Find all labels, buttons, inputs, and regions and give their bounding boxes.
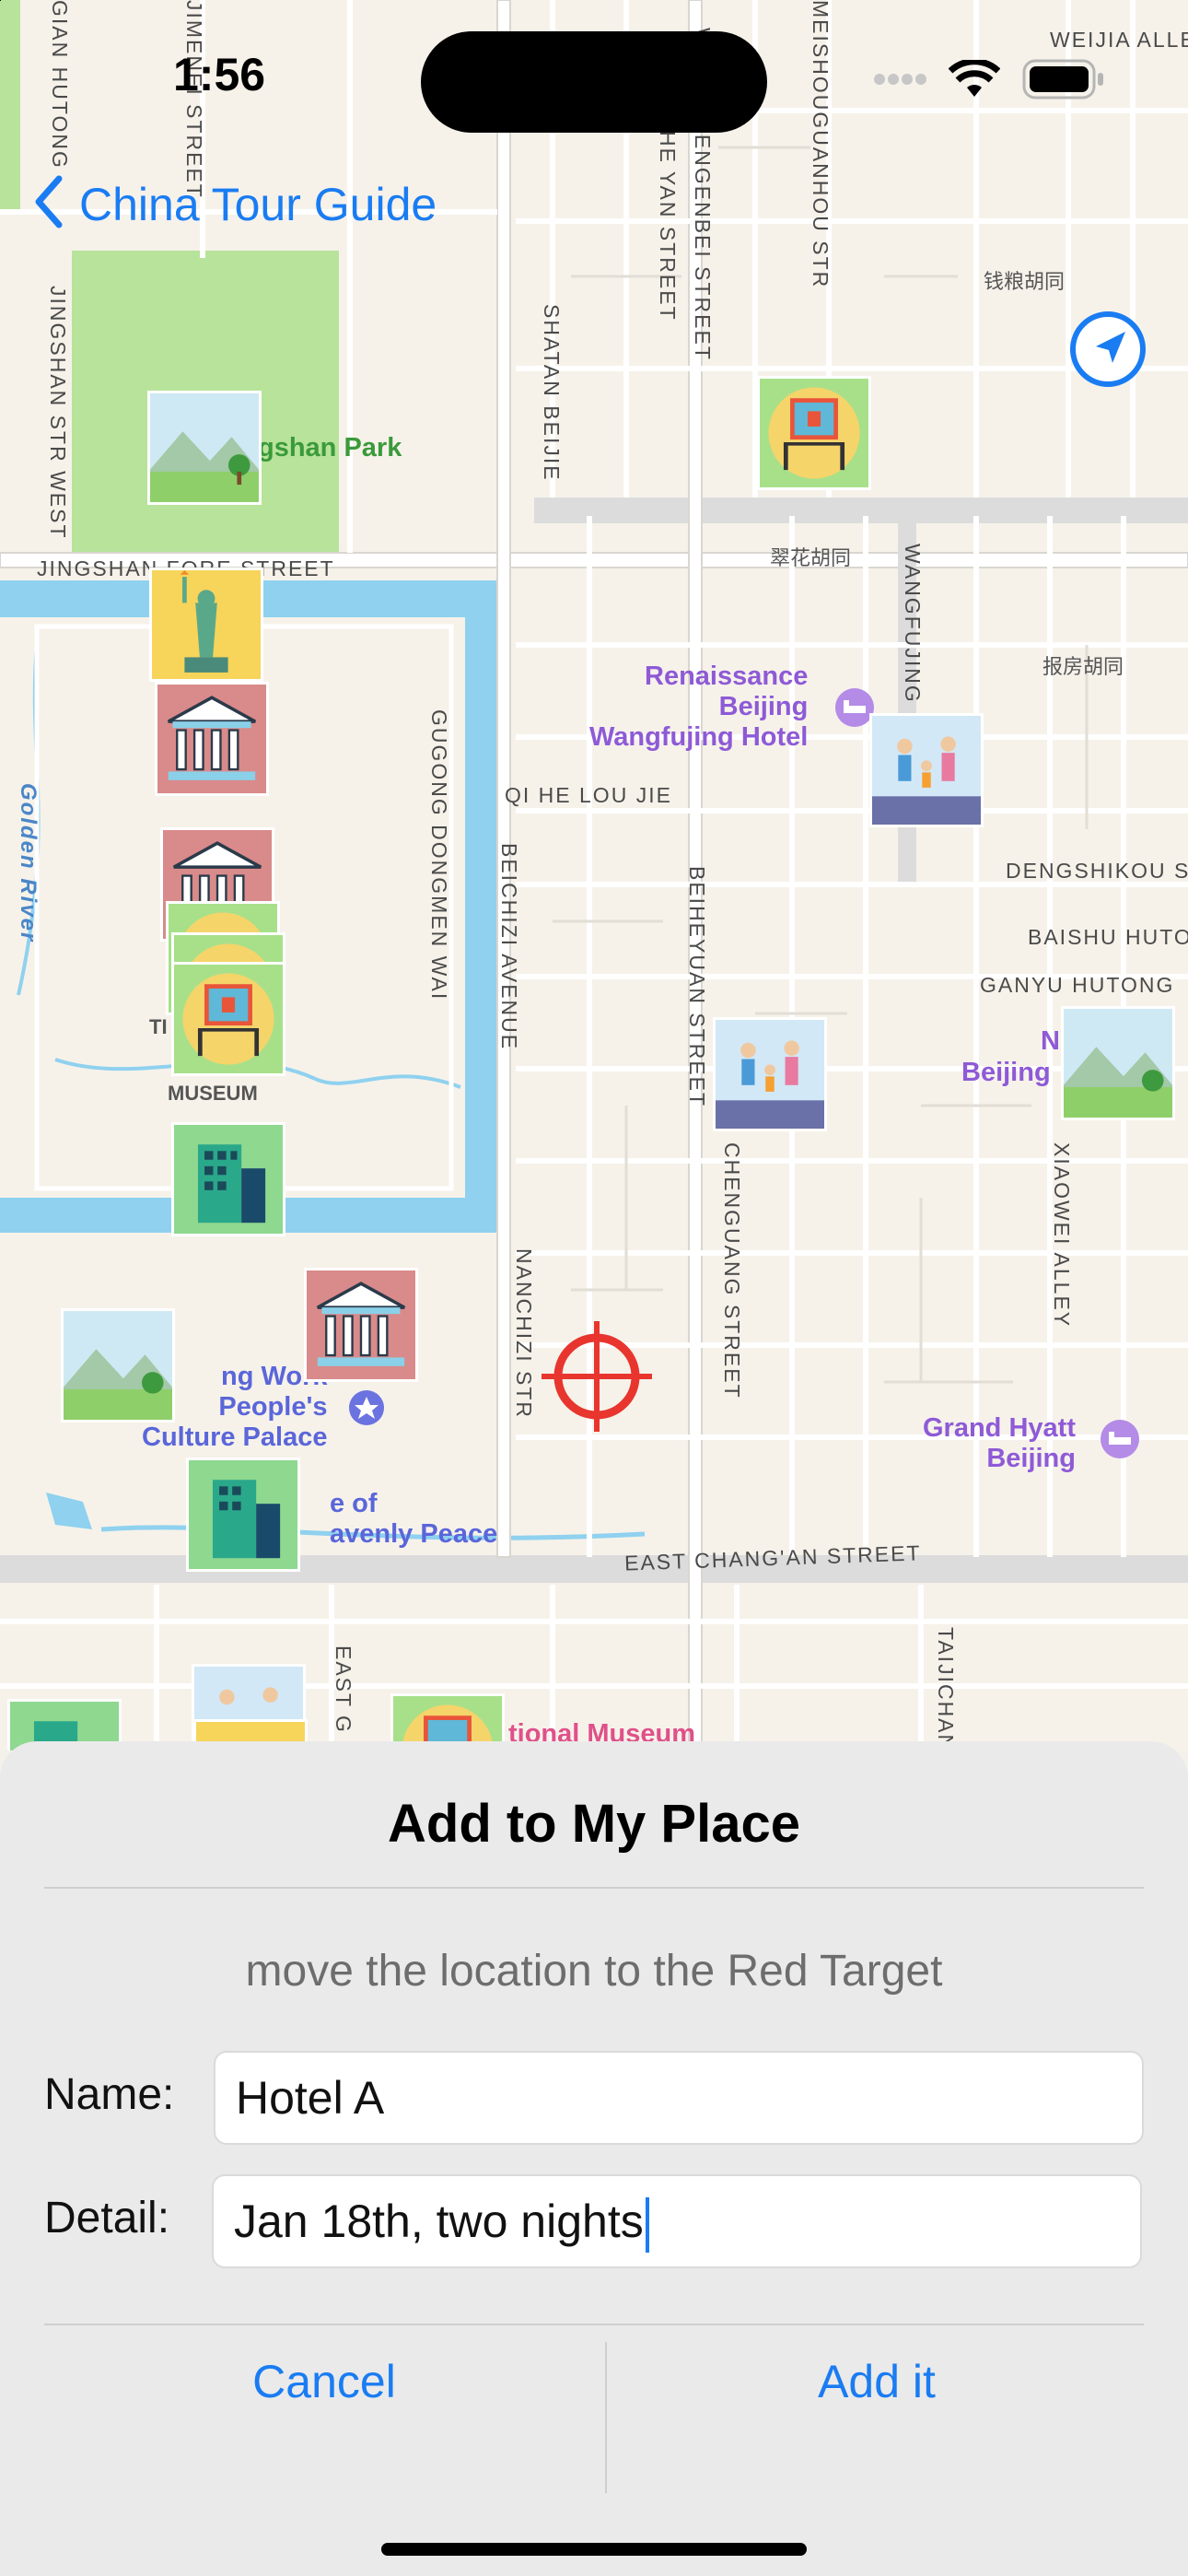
sheet-title: Add to My Place bbox=[388, 1794, 800, 1854]
street-label-meishouguanhou: MEISHOUGUANHOU STR bbox=[809, 0, 833, 289]
add-it-button[interactable]: Add it bbox=[693, 2355, 1061, 2408]
battery-icon bbox=[1022, 59, 1103, 100]
home-indicator[interactable] bbox=[381, 2543, 807, 2556]
statue-of-liberty-tile-icon[interactable] bbox=[149, 568, 263, 682]
divider bbox=[44, 2324, 1144, 2325]
classical-building-tile-icon[interactable] bbox=[304, 1268, 418, 1382]
office-building-tile-icon[interactable] bbox=[171, 1122, 285, 1236]
cellular-signal-icon bbox=[874, 74, 926, 85]
poi-label-n: N bbox=[1041, 1026, 1060, 1056]
street-label-xiaowei: XIAOWEI ALLEY bbox=[1050, 1142, 1074, 1329]
street-label-shatan: SHATAN BEIJIE bbox=[540, 304, 564, 482]
street-label-qi-he-lou: QI HE LOU JIE bbox=[505, 783, 672, 807]
street-label-jingshan-west: JINGSHAN STR WEST bbox=[46, 286, 70, 540]
street-label-taijichang: TAIJICHANG bbox=[934, 1627, 958, 1751]
street-label-ganyu: GANYU HUTONG bbox=[980, 973, 1175, 997]
cancel-button[interactable]: Cancel bbox=[140, 2355, 508, 2408]
location-arrow-icon[interactable] bbox=[1068, 310, 1147, 389]
poi-label-museum-prefix: TI bbox=[149, 1015, 168, 1038]
status-indicators bbox=[873, 59, 1105, 100]
street-label-cuihua: 翠花胡同 bbox=[770, 546, 852, 569]
poi-label-grand-hyatt[interactable]: Grand Hyatt Beijing bbox=[923, 1413, 1076, 1474]
street-label-he-yan: HE YAN STREET bbox=[656, 131, 680, 322]
office-building-tile-icon[interactable] bbox=[186, 1458, 300, 1572]
street-label-chenguang: CHENGUANG STREET bbox=[720, 1142, 744, 1399]
chevron-left-icon bbox=[33, 175, 63, 234]
divider bbox=[44, 1887, 1144, 1889]
street-label-baishu: BAISHU HUTONG bbox=[1028, 925, 1188, 949]
street-label-east-g: EAST G bbox=[332, 1645, 355, 1734]
street-label-gian-hutong: GIAN HUTONG bbox=[48, 0, 72, 170]
street-label-qianliang: 钱粮胡同 bbox=[984, 270, 1066, 293]
detail-field-value: Jan 18th, two nights bbox=[234, 2195, 644, 2247]
poi-label-beijing[interactable]: Beijing bbox=[961, 1058, 1051, 1088]
landmark-pin-icon[interactable] bbox=[348, 1389, 385, 1426]
street-label-baofang: 报房胡同 bbox=[1042, 655, 1124, 678]
river-label: Golden River bbox=[16, 783, 41, 943]
museum-exhibit-tile-icon[interactable] bbox=[757, 376, 871, 490]
street-label-wangfujing: WANGFUJING bbox=[901, 544, 925, 704]
dynamic-island bbox=[421, 31, 767, 133]
street-label-weijia: WEIJIA ALLEY bbox=[1050, 28, 1188, 52]
poi-label-renaissance[interactable]: Renaissance Beijing Wangfujing Hotel bbox=[589, 662, 808, 753]
detail-label: Detail: bbox=[44, 2194, 170, 2242]
name-label: Name: bbox=[44, 2070, 175, 2119]
poi-label-museum: MUSEUM bbox=[168, 1082, 258, 1105]
poi-label-jingshan-park[interactable]: gshan Park bbox=[258, 433, 402, 463]
museum-exhibit-tile-icon[interactable] bbox=[171, 962, 285, 1076]
landscape-tile-icon[interactable] bbox=[147, 391, 262, 505]
family-tile-icon[interactable] bbox=[713, 1017, 827, 1131]
street-label-gugong-dongmen: GUGONG DONGMEN WAI bbox=[427, 709, 451, 1001]
text-caret bbox=[645, 2196, 649, 2253]
map-view[interactable]: JINGSHAN FORE STREET JINGSHAN STR WEST S… bbox=[0, 0, 1188, 1751]
classical-building-tile-icon[interactable] bbox=[155, 682, 269, 796]
back-button-label: China Tour Guide bbox=[79, 179, 437, 230]
name-field[interactable]: Hotel A bbox=[214, 2051, 1144, 2145]
street-label-beiheyuan: BEIHEYUAN STREET bbox=[685, 866, 709, 1108]
hotel-pin-icon[interactable] bbox=[1100, 1419, 1140, 1459]
detail-field[interactable]: Jan 18th, two nights bbox=[212, 2174, 1142, 2268]
button-separator bbox=[605, 2342, 607, 2493]
back-button[interactable]: China Tour Guide bbox=[33, 175, 437, 234]
add-place-sheet: Add to My Place move the location to the… bbox=[0, 1741, 1188, 2576]
street-label-nanchizi: NANCHIZI STR bbox=[512, 1248, 536, 1419]
street-label-dengshikou: DENGSHIKOU STR bbox=[1006, 859, 1188, 883]
wifi-icon bbox=[949, 60, 1000, 97]
hint-text: move the location to the Red Target bbox=[245, 1947, 943, 1996]
poi-label-heavenly-peace[interactable]: e of avenly Peace bbox=[330, 1489, 497, 1550]
street-label-beichizi: BEICHIZI AVENUE bbox=[497, 843, 521, 1051]
status-time: 1:56 bbox=[173, 49, 266, 100]
family-tile-icon[interactable] bbox=[869, 713, 984, 827]
landscape-tile-icon[interactable] bbox=[1061, 1006, 1175, 1120]
landscape-tile-icon[interactable] bbox=[61, 1308, 175, 1423]
red-target-icon bbox=[542, 1321, 652, 1432]
